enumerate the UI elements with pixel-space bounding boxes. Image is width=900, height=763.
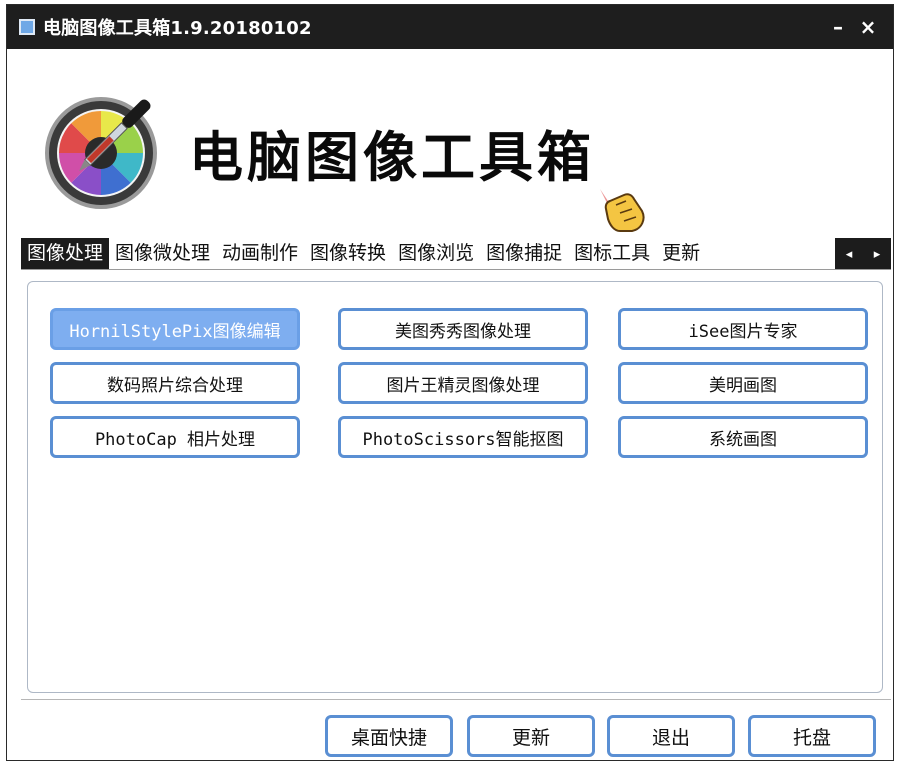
hand-pointer-cursor-icon <box>600 189 645 232</box>
tool-button-digital-photo[interactable]: 数码照片综合处理 <box>50 362 300 404</box>
header-banner: 电脑图像工具箱 <box>7 49 893 237</box>
window-title: 电脑图像工具箱1.9.20180102 <box>43 18 312 39</box>
tab-scroll-left-icon[interactable]: ◂ <box>846 247 853 262</box>
tray-button[interactable]: 托盘 <box>748 715 876 757</box>
app-name-heading: 电脑图像工具箱 <box>189 126 595 189</box>
tab-image-capture[interactable]: 图像捕捉 <box>480 238 568 269</box>
close-button[interactable]: × <box>855 14 881 40</box>
tools-panel: HornilStylePix图像编辑 美图秀秀图像处理 iSee图片专家 数码照… <box>27 281 883 693</box>
tab-image-micro-processing[interactable]: 图像微处理 <box>109 238 216 269</box>
category-tabbar: 图像处理 图像微处理 动画制作 图像转换 图像浏览 图像捕捉 图标工具 更新 ◂… <box>21 238 891 270</box>
app-window: 电脑图像工具箱1.9.20180102 – × 电脑图像工具箱 图像处理 图像微… <box>6 4 894 761</box>
update-button[interactable]: 更新 <box>467 715 595 757</box>
tab-image-browse[interactable]: 图像浏览 <box>392 238 480 269</box>
tab-animation[interactable]: 动画制作 <box>216 238 304 269</box>
desktop-shortcut-button[interactable]: 桌面快捷 <box>325 715 453 757</box>
tool-button-picture-king[interactable]: 图片王精灵图像处理 <box>338 362 588 404</box>
minimize-button[interactable]: – <box>825 14 851 40</box>
tab-scroll-right-icon[interactable]: ▸ <box>874 247 881 262</box>
tool-button-isee[interactable]: iSee图片专家 <box>618 308 868 350</box>
tool-button-system-paint[interactable]: 系统画图 <box>618 416 868 458</box>
tab-icon-tools[interactable]: 图标工具 <box>568 238 656 269</box>
divider <box>21 699 891 700</box>
app-window-icon <box>19 19 35 35</box>
tool-button-photoscissors[interactable]: PhotoScissors智能抠图 <box>338 416 588 458</box>
tool-button-meitu[interactable]: 美图秀秀图像处理 <box>338 308 588 350</box>
tab-image-conversion[interactable]: 图像转换 <box>304 238 392 269</box>
tab-image-processing[interactable]: 图像处理 <box>21 238 110 269</box>
tool-button-meiming-paint[interactable]: 美明画图 <box>618 362 868 404</box>
color-wheel-dropper-icon <box>45 97 157 209</box>
tab-update[interactable]: 更新 <box>656 238 706 269</box>
exit-button[interactable]: 退出 <box>607 715 735 757</box>
tool-button-photocap[interactable]: PhotoCap 相片处理 <box>50 416 300 458</box>
tool-button-hornilstylepix[interactable]: HornilStylePix图像编辑 <box>50 308 300 350</box>
tab-scroll-arrows: ◂ ▸ <box>835 238 891 269</box>
title-bar[interactable]: 电脑图像工具箱1.9.20180102 – × <box>7 5 893 49</box>
